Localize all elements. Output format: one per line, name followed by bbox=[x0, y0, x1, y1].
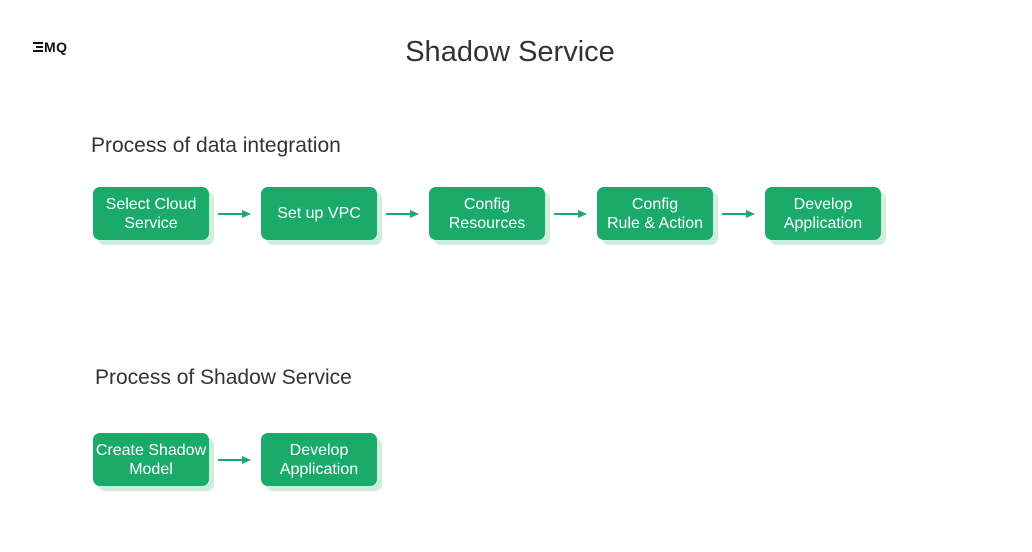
arrow-right-icon bbox=[209, 433, 261, 486]
arrow-right-icon bbox=[713, 187, 765, 240]
page-title: Shadow Service bbox=[405, 36, 615, 68]
step-develop-application: Develop Application bbox=[261, 433, 377, 486]
arrow-right-icon bbox=[545, 187, 597, 240]
step-select-cloud-service: Select Cloud Service bbox=[93, 187, 209, 240]
arrow-right-icon bbox=[377, 187, 429, 240]
step-develop-application: Develop Application bbox=[765, 187, 881, 240]
step-create-shadow-model: Create Shadow Model bbox=[93, 433, 209, 486]
step-set-up-vpc: Set up VPC bbox=[261, 187, 377, 240]
step-config-resources: Config Resources bbox=[429, 187, 545, 240]
section-heading-data-integration: Process of data integration bbox=[91, 134, 341, 157]
flow-shadow-service: Create Shadow Model Develop Application bbox=[93, 433, 377, 486]
flow-data-integration: Select Cloud Service Set up VPC Config R… bbox=[93, 187, 881, 240]
section-heading-shadow-service: Process of Shadow Service bbox=[95, 366, 352, 389]
step-config-rule-action: Config Rule & Action bbox=[597, 187, 713, 240]
arrow-right-icon bbox=[209, 187, 261, 240]
